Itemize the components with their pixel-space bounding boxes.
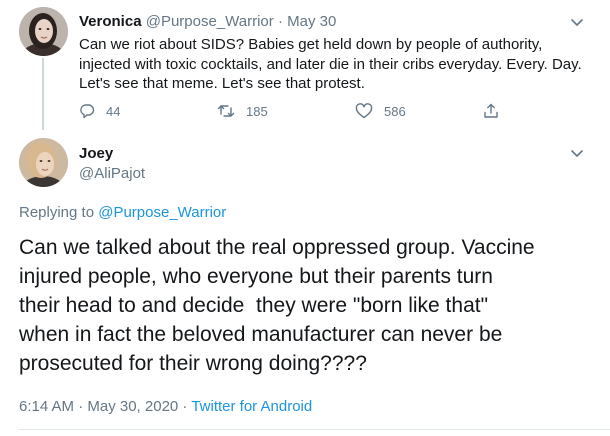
tweet-thread: Veronica @Purpose_Warrior · May 30 Can w… xyxy=(0,0,610,436)
avatar[interactable] xyxy=(19,138,68,187)
share-icon xyxy=(483,103,499,119)
main-tweet-text: Can we talked about the real oppressed g… xyxy=(19,233,599,378)
tweet-text-line: their head to and decide they were "born… xyxy=(19,294,489,317)
separator: · xyxy=(277,13,283,30)
replying-to-handle-link[interactable]: @Purpose_Warrior xyxy=(98,204,226,221)
author-handle[interactable]: @AliPajot xyxy=(79,165,145,182)
parent-tweet-text: Can we riot about SIDS? Babies get held … xyxy=(79,35,584,94)
like-icon xyxy=(355,103,373,119)
author-handle[interactable]: @Purpose_Warrior xyxy=(146,13,274,30)
like-button[interactable]: 586 xyxy=(355,100,406,122)
tweet-text-line: injected with toxic cocktails, and later… xyxy=(79,55,582,73)
chevron-down-icon[interactable] xyxy=(569,14,585,30)
author-name[interactable]: Joey xyxy=(79,145,113,162)
tweet-meta: 6:14 AM · May 30, 2020 · Twitter for And… xyxy=(19,398,312,415)
retweet-count: 185 xyxy=(246,103,268,119)
replying-to-label: Replying to xyxy=(19,204,95,221)
share-button[interactable] xyxy=(483,100,499,122)
tweet-text-line: when in fact the beloved manufacturer ca… xyxy=(19,323,503,346)
tweet-text-line: Can we talked about the real oppressed g… xyxy=(19,236,535,259)
retweet-button[interactable]: 185 xyxy=(217,100,268,122)
like-count: 586 xyxy=(384,103,406,119)
chevron-down-icon[interactable] xyxy=(569,145,585,161)
tweet-date[interactable]: May 30 xyxy=(287,13,336,30)
tweet-actions: 44 185 586 xyxy=(79,100,509,122)
tweet-text-line: Can we riot about SIDS? Babies get held … xyxy=(79,36,543,53)
tweet-text-line: prosecuted for their wrong doing???? xyxy=(19,352,367,375)
author-name[interactable]: Veronica xyxy=(79,13,142,30)
replying-to: Replying to @Purpose_Warrior xyxy=(19,204,226,221)
parent-tweet[interactable]: Veronica @Purpose_Warrior · May 30 Can w… xyxy=(0,0,610,130)
parent-tweet-header: Veronica @Purpose_Warrior · May 30 xyxy=(79,13,336,30)
reply-button[interactable]: 44 xyxy=(79,100,120,122)
tweet-text-line: injured people, who everyone but their p… xyxy=(19,265,493,288)
tweet-timestamp[interactable]: 6:14 AM · May 30, 2020 · xyxy=(19,398,187,415)
tweet-text-line: Let's see that meme. Let's see that prot… xyxy=(79,75,365,92)
tweet-source-link[interactable]: Twitter for Android xyxy=(191,398,312,415)
reply-count: 44 xyxy=(106,103,121,119)
retweet-icon xyxy=(217,103,235,119)
thread-line xyxy=(42,58,44,130)
reply-icon xyxy=(79,103,95,119)
avatar[interactable] xyxy=(19,7,68,56)
divider xyxy=(19,429,610,430)
